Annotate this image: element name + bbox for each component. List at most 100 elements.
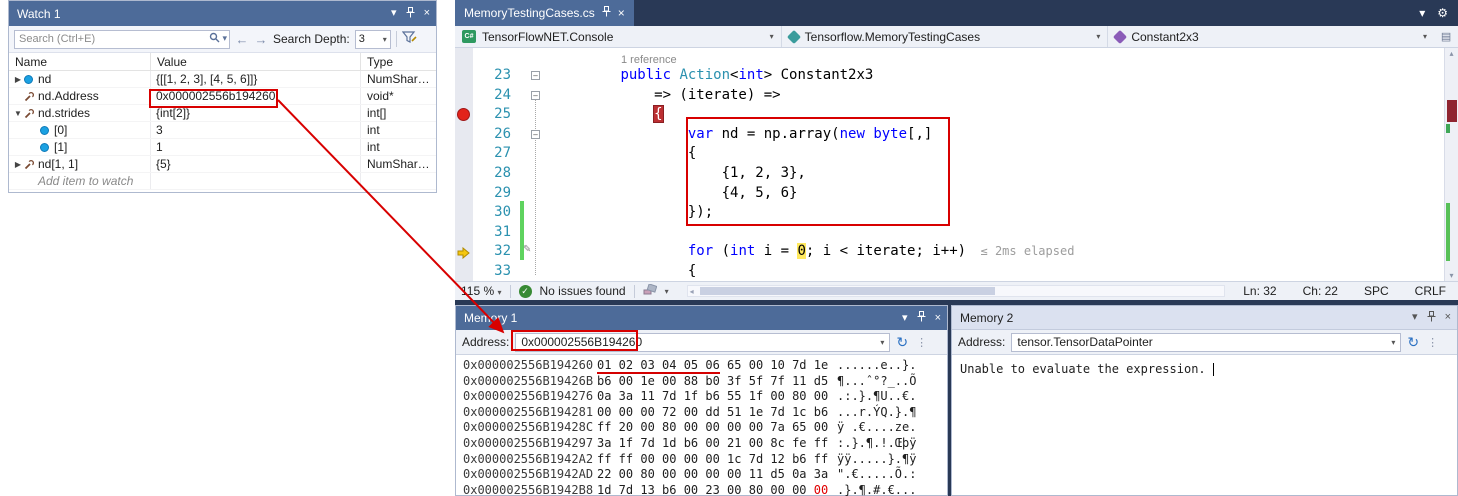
memory1-toolbar: Address: 0x000002556B194260 ▾ ↻ ⋮ [456,330,947,355]
eraser-icon[interactable] [643,284,657,298]
window-position-icon[interactable]: ▾ [391,8,397,19]
expander-icon[interactable]: ▶ [12,160,24,169]
code-text[interactable]: 1 reference public Action<int> Constant2… [545,48,1444,281]
search-input[interactable] [14,30,230,49]
chevron-down-icon: ▾ [770,32,774,41]
search-depth-select[interactable]: 3 ▾ [355,30,391,49]
scroll-up-icon[interactable]: ▴ [1445,49,1458,58]
class-dropdown[interactable]: Tensorflow.MemoryTestingCases ▾ [782,26,1109,47]
toolbar-overflow-icon[interactable]: ⋮ [1427,336,1438,349]
search-icon[interactable] [209,32,220,45]
watch-name-cell: ▶nd [9,71,151,87]
watch-add-row[interactable]: Add item to watch [9,173,436,190]
fold-collapse-icon[interactable]: – [531,91,540,100]
chevron-down-icon[interactable]: ▾ [665,287,669,296]
code-line[interactable]: { [553,144,1444,164]
search-prev-icon[interactable]: ← [235,32,249,47]
close-icon[interactable]: × [618,6,625,20]
code-line[interactable] [553,223,1444,243]
column-header-value[interactable]: Value [151,53,361,70]
code-line[interactable]: { [553,105,1444,125]
close-icon[interactable]: × [935,313,941,324]
split-window-icon[interactable]: ▤ [1434,26,1458,47]
window-position-icon[interactable]: ▾ [1412,312,1418,323]
memory-row: 0x000002556B1942A2ff ff 00 00 00 00 1c 7… [463,452,947,468]
memory2-address-input[interactable]: tensor.TensorDataPointer ▾ [1011,333,1401,352]
line-number: 23 [473,66,511,86]
watch-type: int [361,122,436,138]
code-line[interactable]: for (int i = 0; i < iterate; i++) ≤ 2ms … [553,242,1444,262]
code-line[interactable]: }); [553,203,1444,223]
watch-value[interactable] [151,173,361,189]
vs-debug-workspace: Watch 1 ▾ × ▾ ← → Search Depth: 3 ▾ [0,0,1458,496]
window-list-chevron-icon[interactable]: ▾ [1419,6,1425,20]
close-icon[interactable]: × [424,8,430,19]
watch-row[interactable]: [0]3int [9,122,436,139]
code-line[interactable]: {4, 5, 6} [553,184,1444,204]
pin-icon[interactable] [406,7,415,21]
memory-address: 0x000002556B19428C [463,420,597,436]
refresh-icon[interactable]: ↻ [896,335,908,349]
memory2-message-area[interactable]: Unable to evaluate the expression. [952,355,1457,383]
tab-memorytestingcases[interactable]: MemoryTestingCases.cs × [455,0,634,26]
code-line[interactable]: { [553,262,1444,281]
scrollbar-change-mark [1446,203,1450,261]
project-dropdown[interactable]: C# TensorFlowNET.Console ▾ [455,26,782,47]
member-dropdown[interactable]: Constant2x3 ▾ [1108,26,1434,47]
fold-collapse-icon[interactable]: – [531,130,540,139]
watch-row[interactable]: ▶nd[1, 1]{5}NumShar… [9,156,436,173]
column-header-type[interactable]: Type [361,53,436,70]
column-header-name[interactable]: Name [9,53,151,70]
watch-row[interactable]: [1]1int [9,139,436,156]
code-line[interactable]: {1, 2, 3}, [553,164,1444,184]
fold-collapse-icon[interactable]: – [531,71,540,80]
status-eol-mode[interactable]: CRLF [1415,284,1446,298]
filter-icon[interactable] [402,31,417,47]
watch-value[interactable]: {int[2]} [151,105,361,121]
editor-navigation-bar: C# TensorFlowNET.Console ▾ Tensorflow.Me… [455,26,1458,48]
breakpoint-icon[interactable] [457,108,470,121]
watch-value[interactable]: 1 [151,139,361,155]
watch-name-cell: Add item to watch [9,173,151,189]
issues-status[interactable]: No issues found [540,284,626,298]
pin-icon[interactable] [917,311,926,325]
window-position-icon[interactable]: ▾ [902,313,908,324]
watch-row[interactable]: nd.Address0x000002556b194260void* [9,88,436,105]
code-line[interactable]: var nd = np.array(new byte[,] [553,125,1444,145]
refresh-icon[interactable]: ↻ [1407,335,1419,349]
line-number: 28 [473,164,511,184]
watch-value[interactable]: 3 [151,122,361,138]
memory1-address-input[interactable]: 0x000002556B194260 ▾ [515,333,890,352]
memory-row: 0x000002556B1942760a 3a 11 7d 1f b6 55 1… [463,389,947,405]
close-icon[interactable]: × [1445,312,1451,323]
watch-value[interactable]: 0x000002556b194260 [151,88,361,104]
watch-name-cell: nd.Address [9,88,151,104]
watch-value[interactable]: {5} [151,156,361,172]
changed-byte: 00 [814,483,828,496]
line-number: 33 [473,262,511,282]
status-space-mode[interactable]: SPC [1364,284,1389,298]
pin-icon[interactable] [1427,311,1436,325]
memory1-hex-dump[interactable]: 0x000002556B19426001 02 03 04 05 06 65 0… [456,355,947,496]
zoom-select[interactable]: 115 % ▾ [461,284,502,298]
scroll-down-icon[interactable]: ▾ [1445,271,1458,280]
expander-icon[interactable]: ▼ [12,109,24,118]
watch-row[interactable]: ▶nd{[[1, 2, 3], [4, 5, 6]]}NumShar… [9,71,436,88]
pin-icon[interactable] [602,6,611,20]
vertical-scrollbar[interactable]: ▴ ▾ [1444,48,1458,281]
search-options-chevron-icon[interactable]: ▾ [222,33,227,44]
expander-icon[interactable]: ▶ [12,75,24,84]
toolbar-overflow-icon[interactable]: ⋮ [916,336,927,349]
breakpoint-margin[interactable] [455,48,473,281]
search-next-icon[interactable]: → [254,32,268,47]
watch-row[interactable]: ▼nd.strides{int[2]}int[] [9,105,436,122]
horizontal-scrollbar[interactable]: ◂ [687,285,1226,297]
watch-value[interactable]: {[[1, 2, 3], [4, 5, 6]]} [151,71,361,87]
code-line[interactable]: => (iterate) => [553,86,1444,106]
code-line[interactable]: public Action<int> Constant2x3 [553,66,1444,86]
codelens-references[interactable]: 1 reference [621,51,677,71]
memory-ascii: ÿÿ.....}.¶ÿ [837,452,916,468]
gear-icon[interactable]: ⚙ [1437,6,1448,20]
scroll-left-icon[interactable]: ◂ [690,287,694,296]
scrollbar-thumb[interactable] [700,287,995,295]
